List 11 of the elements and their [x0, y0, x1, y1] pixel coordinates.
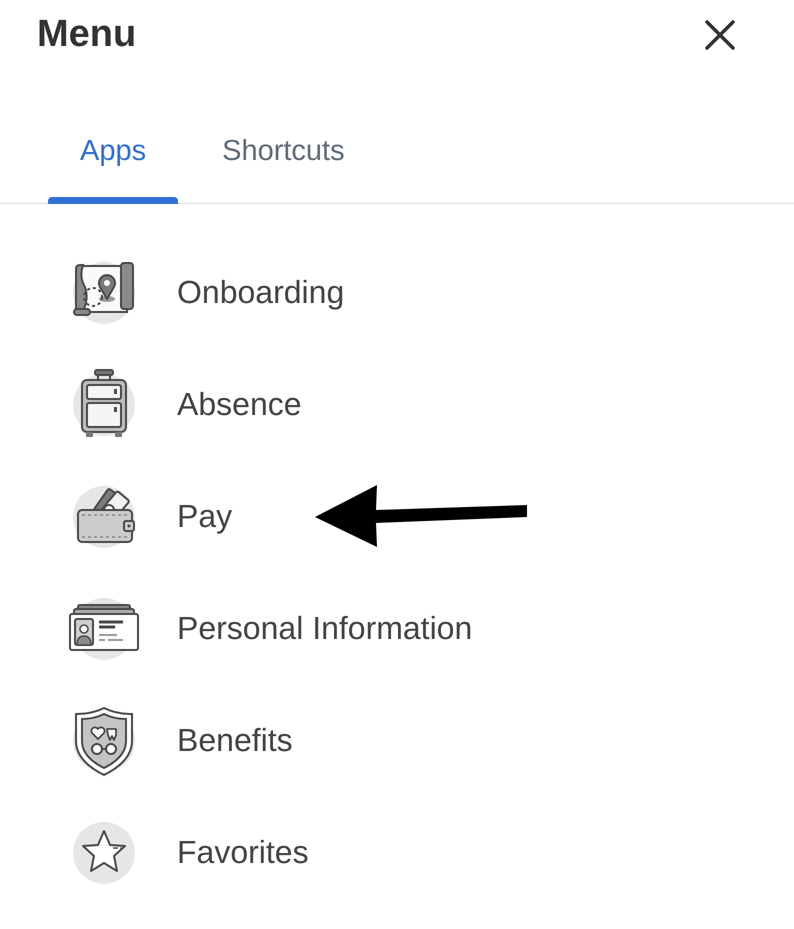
tab[interactable]: Apps [48, 128, 178, 203]
app-menu-item[interactable]: Absence [69, 368, 302, 441]
tab[interactable]: Shortcuts [190, 128, 377, 203]
app-menu-item[interactable]: Pay [69, 480, 232, 553]
app-menu-item[interactable]: Personal Information [69, 592, 472, 665]
close-button[interactable] [704, 18, 736, 51]
app-menu-item[interactable]: Favorites [69, 816, 309, 889]
app-menu-item[interactable]: Benefits [69, 704, 293, 777]
close-icon [704, 18, 736, 51]
app-menu-item[interactable]: Onboarding [69, 256, 344, 329]
menu-title: Menu [37, 12, 136, 57]
